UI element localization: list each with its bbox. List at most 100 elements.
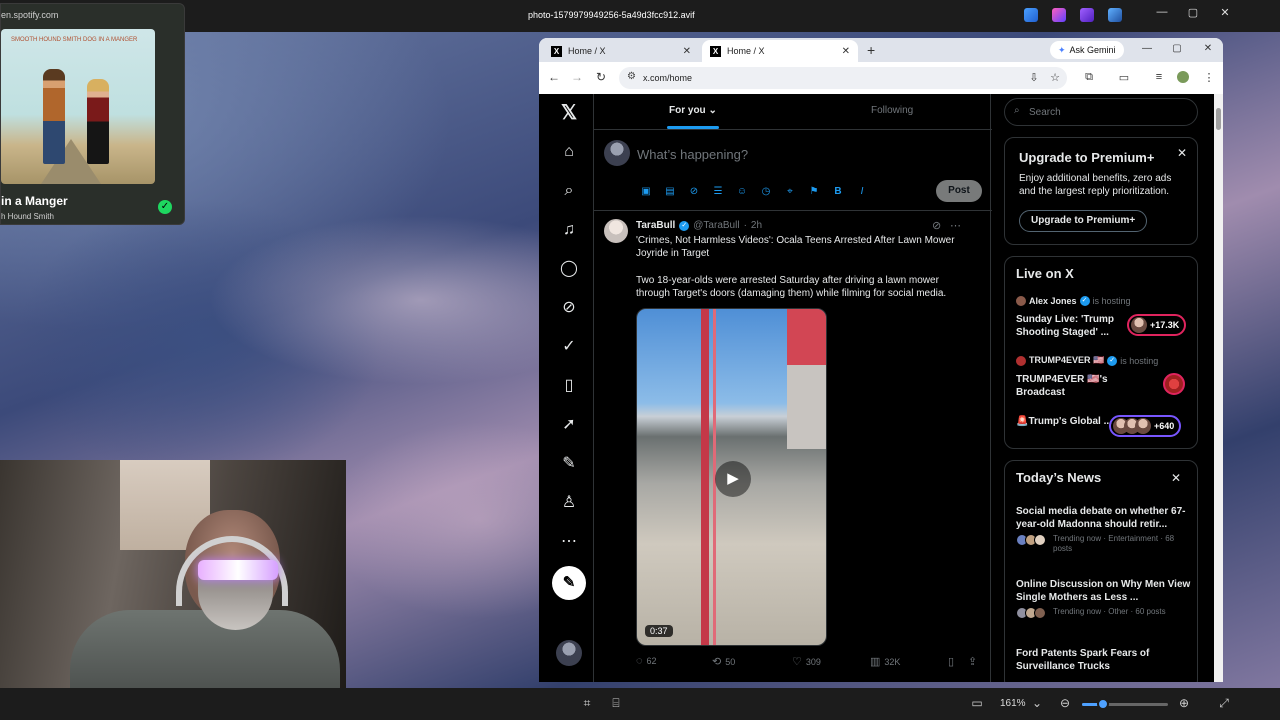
news-item[interactable]: Social media debate on whether 67-year-o… xyxy=(1016,505,1191,554)
viewer-minimize-button[interactable]: — xyxy=(1152,6,1172,18)
page-scrollbar[interactable] xyxy=(1214,94,1223,682)
zoom-slider-handle[interactable] xyxy=(1096,698,1109,710)
browser-tab-active[interactable]: X Home / X ✕ xyxy=(702,40,858,62)
edit-icon[interactable]: ✎ xyxy=(558,453,580,475)
live-host[interactable]: Alex Jones ✓ is hosting xyxy=(1016,296,1131,306)
post-button[interactable]: Post xyxy=(936,180,982,202)
address-bar[interactable]: ⚙ x.com/home xyxy=(619,67,1067,89)
tweet-handle[interactable]: @TaraBull xyxy=(693,220,739,231)
profile-icon[interactable]: ♙ xyxy=(558,492,580,514)
grok-icon[interactable]: ⊘ xyxy=(558,297,580,319)
edit-app-icon[interactable] xyxy=(1024,8,1038,22)
account-avatar[interactable] xyxy=(556,640,582,666)
media-icon[interactable]: ≡ xyxy=(1152,71,1166,83)
bookmark-button[interactable]: ▯ xyxy=(948,655,954,668)
reply-button[interactable]: ◌ 62 xyxy=(636,655,657,667)
live-host[interactable]: TRUMP4EVER 🇺🇸 ✓ is hosting xyxy=(1016,355,1158,366)
tweet-time[interactable]: 2h xyxy=(751,220,762,231)
compose-input[interactable]: What’s happening? xyxy=(637,147,748,162)
copilot-icon[interactable] xyxy=(1052,8,1066,22)
live-broadcast-title[interactable]: Sunday Live: 'Trump Shooting Staged' ... xyxy=(1016,313,1120,339)
emoji-icon[interactable]: ☺ xyxy=(734,184,750,200)
live-listeners-pill[interactable]: +640 xyxy=(1109,415,1182,437)
menu-icon[interactable]: ⋮ xyxy=(1202,71,1216,84)
play-icon[interactable]: ▶ xyxy=(715,461,751,497)
scan-icon[interactable]: ⌸ xyxy=(609,696,623,710)
bell-icon[interactable]: ♫ xyxy=(558,219,580,241)
avatar[interactable] xyxy=(604,219,628,243)
verified-icon[interactable]: ✓ xyxy=(558,336,580,358)
location-icon[interactable]: ⌖ xyxy=(782,184,798,200)
zoom-out-icon[interactable]: ⊖ xyxy=(1058,696,1072,710)
poll-icon[interactable]: ☰ xyxy=(710,184,726,200)
live-avatar[interactable] xyxy=(1163,373,1185,395)
clipchamp-icon[interactable] xyxy=(1080,8,1094,22)
zoom-in-icon[interactable]: ⊕ xyxy=(1177,696,1191,710)
extensions-icon[interactable]: ⧉ xyxy=(1082,71,1096,84)
song-artist[interactable]: h Hound Smith xyxy=(1,212,54,221)
viewer-close-button[interactable]: ✕ xyxy=(1215,6,1235,19)
zoom-slider[interactable] xyxy=(1082,698,1168,710)
live-listeners-pill[interactable]: +17.3K xyxy=(1127,314,1187,336)
fit-screen-icon[interactable]: ▭ xyxy=(970,696,984,710)
saved-check-icon[interactable]: ✓ xyxy=(158,200,172,214)
browser-maximize-button[interactable]: ▢ xyxy=(1169,43,1185,54)
news-item[interactable]: Online Discussion on Why Men View Single… xyxy=(1016,578,1191,619)
ask-gemini-button[interactable]: ✦ Ask Gemini xyxy=(1050,41,1124,59)
profile-avatar-icon[interactable] xyxy=(1176,71,1190,86)
message-icon[interactable]: ◯ xyxy=(558,258,580,280)
viewer-maximize-button[interactable]: ▢ xyxy=(1183,6,1203,19)
live-broadcast-title[interactable]: TRUMP4EVER 🇺🇸's Broadcast xyxy=(1016,373,1120,399)
scrollbar-thumb[interactable] xyxy=(1216,108,1221,130)
tab-close-icon[interactable]: ✕ xyxy=(683,46,691,57)
song-title[interactable]: in a Manger xyxy=(1,194,68,208)
news-item[interactable]: Ford Patents Spark Fears of Surveillance… xyxy=(1016,647,1191,673)
gif-icon[interactable]: ▤ xyxy=(662,184,678,200)
forward-arrow-icon[interactable]: → xyxy=(569,70,585,84)
live-broadcast-title[interactable]: 🚨Trump's Global ... xyxy=(1016,415,1120,428)
tab-for-you[interactable]: For you ⌄ xyxy=(669,105,717,116)
bold-icon[interactable]: B xyxy=(830,184,846,200)
share-button[interactable]: ⇪ xyxy=(968,655,977,668)
browser-close-button[interactable]: ✕ xyxy=(1200,43,1216,54)
tab-close-icon[interactable]: ✕ xyxy=(842,46,850,57)
tweet-video[interactable]: ▶ 0:37 xyxy=(636,308,827,646)
tab-following[interactable]: Following xyxy=(871,105,913,116)
bookmark-icon[interactable]: ▯ xyxy=(558,375,580,397)
fullscreen-icon[interactable]: ⤢ xyxy=(1217,696,1231,710)
home-icon[interactable]: ⌂ xyxy=(558,141,580,163)
like-button[interactable]: ♡ 309 xyxy=(792,655,821,668)
repost-button[interactable]: ⟲ 50 xyxy=(712,655,735,668)
browser-minimize-button[interactable]: — xyxy=(1139,43,1155,54)
image-icon[interactable]: ▣ xyxy=(638,184,654,200)
bookmark-star-icon[interactable]: ☆ xyxy=(1048,71,1062,84)
grok-explain-icon[interactable]: ⊘ xyxy=(932,219,941,232)
reload-icon[interactable]: ↻ xyxy=(593,70,609,84)
compose-post-icon[interactable]: ✎ xyxy=(552,566,586,600)
install-app-icon[interactable]: ⇩ xyxy=(1027,71,1041,84)
close-icon[interactable]: ✕ xyxy=(1171,471,1181,485)
back-arrow-icon[interactable]: ← xyxy=(546,70,562,84)
rocket-icon[interactable]: ➚ xyxy=(558,414,580,436)
album-art[interactable]: SMOOTH HOUND SMITH DOG IN A MANGER xyxy=(1,29,155,184)
schedule-icon[interactable]: ◷ xyxy=(758,184,774,200)
more-icon[interactable]: ⋯ xyxy=(558,531,580,553)
site-info-icon[interactable]: ⚙ xyxy=(627,71,636,82)
cloud-off-icon[interactable] xyxy=(1108,8,1122,22)
chevron-down-icon[interactable]: ⌄ xyxy=(1030,696,1044,710)
search-input[interactable]: ⌕ Search xyxy=(1004,98,1198,126)
avatar[interactable] xyxy=(604,140,630,166)
x-logo-icon[interactable]: 𝕏 xyxy=(558,102,580,124)
more-options-icon[interactable]: ⋯ xyxy=(950,219,961,232)
browser-tab[interactable]: X Home / X ✕ xyxy=(543,40,699,62)
flag-icon[interactable]: ⚑ xyxy=(806,184,822,200)
close-icon[interactable]: ✕ xyxy=(1177,146,1187,160)
grok-icon[interactable]: ⊘ xyxy=(686,184,702,200)
zoom-level[interactable]: 161% xyxy=(1000,698,1026,709)
search-icon[interactable]: ⌕ xyxy=(558,180,580,202)
new-tab-button[interactable]: + xyxy=(867,42,875,58)
tweet[interactable]: TaraBull ✓ @TaraBull · 2h ⊘ ⋯ 'Crimes, N… xyxy=(594,211,992,682)
views-button[interactable]: ▥ 32K xyxy=(870,655,900,668)
italic-icon[interactable]: I xyxy=(854,184,870,200)
crop-icon[interactable]: ⌗ xyxy=(580,696,594,710)
